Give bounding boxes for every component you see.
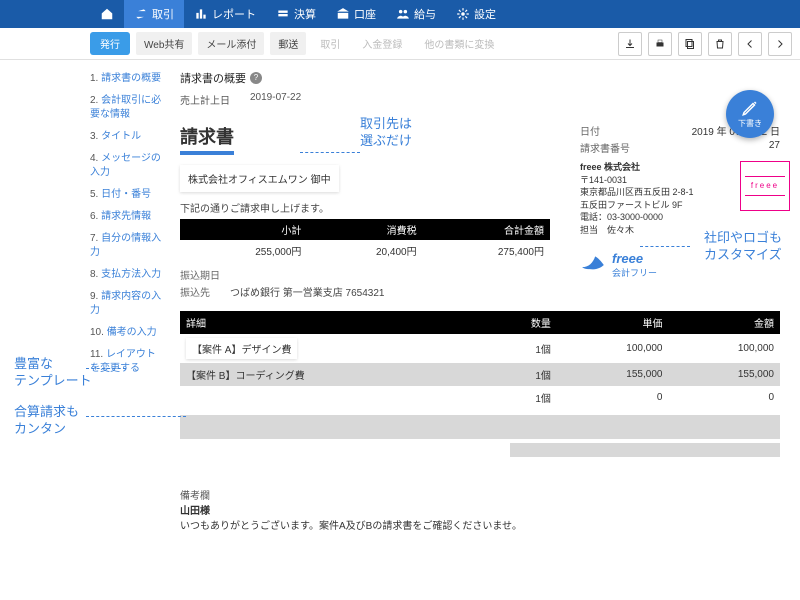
- prev-button[interactable]: [738, 32, 762, 56]
- nav-accounts[interactable]: 口座: [326, 0, 386, 28]
- nav-reports[interactable]: レポート: [184, 0, 266, 28]
- sidebar-item[interactable]: 10. 備考の入力: [90, 326, 162, 340]
- nav-transactions[interactable]: 取引: [124, 0, 184, 28]
- th-total: 合計金額: [423, 219, 550, 240]
- chip-webshare[interactable]: Web共有: [136, 32, 192, 55]
- chart-icon: [194, 7, 208, 21]
- sub-note: 下記の通りご請求申し上げます。: [180, 200, 550, 215]
- meta-row: 売上計上日 2019-07-22: [180, 92, 780, 107]
- section-title: 請求書の概要 ?: [180, 70, 780, 86]
- remarks-block: 備考欄 山田様 いつもありがとうございます。案件A及びBの請求書をご確認ください…: [180, 487, 780, 534]
- nav-label: 口座: [354, 6, 376, 22]
- sidebar-item[interactable]: 5. 日付・番号: [90, 188, 162, 202]
- th-subtotal: 小計: [180, 219, 307, 240]
- nav-label: レポート: [212, 6, 256, 22]
- sales-date-label: 売上計上日: [180, 92, 230, 107]
- bird-icon: [580, 252, 606, 278]
- nav-label: 決算: [294, 6, 316, 22]
- td-subtotal: 255,000円: [180, 240, 307, 261]
- sidebar-item[interactable]: 3. タイトル: [90, 130, 162, 144]
- nav-label: 設定: [474, 6, 496, 22]
- nav-label: 取引: [152, 6, 174, 22]
- table-row[interactable]: 【案件 B】コーディング費1個155,000155,000: [180, 363, 780, 386]
- download-button[interactable]: [618, 32, 642, 56]
- sidebar-item[interactable]: 6. 請求先情報: [90, 210, 162, 224]
- copy-button[interactable]: [678, 32, 702, 56]
- chip-ghost-3: 他の書類に変換: [416, 32, 502, 55]
- recipient-select[interactable]: 株式会社オフィスエムワン 御中: [180, 165, 339, 192]
- totals-placeholder-2: [510, 443, 780, 457]
- sub-toolbar: 発行 Web共有 メール添付 郵送 取引 入金登録 他の書類に変換: [0, 28, 800, 60]
- issue-button[interactable]: 発行: [90, 32, 130, 55]
- sidebar-item[interactable]: 9. 請求内容の入力: [90, 290, 162, 318]
- chip-ghost-1: 取引: [312, 32, 348, 55]
- content-area: 請求書の概要 ? 売上計上日 2019-07-22 請求書 株式会社オフィスエム…: [170, 60, 800, 600]
- td-total: 275,400円: [423, 240, 550, 261]
- sidebar-item[interactable]: 7. 自分の情報入力: [90, 232, 162, 260]
- sidebar-item[interactable]: 4. メッセージの入力: [90, 152, 162, 180]
- totals-placeholder: [180, 415, 780, 439]
- trash-button[interactable]: [708, 32, 732, 56]
- nav-settings[interactable]: 設定: [446, 0, 506, 28]
- nav-closing[interactable]: 決算: [266, 0, 326, 28]
- steps-sidebar: 1. 請求書の概要 2. 会計取引に必要な情報 3. タイトル 4. メッセージの入力…: [0, 60, 170, 600]
- nav-label: 給与: [414, 6, 436, 22]
- sidebar-item[interactable]: 11. レイアウトを変更する: [90, 348, 162, 376]
- pencil-icon: [741, 99, 759, 117]
- gear-icon: [456, 7, 470, 21]
- td-tax: 20,400円: [307, 240, 422, 261]
- chip-post[interactable]: 郵送: [270, 32, 306, 55]
- people-icon: [396, 7, 410, 21]
- table-row[interactable]: 【案件 A】デザイン費1個100,000100,000: [180, 334, 780, 363]
- nav-payroll[interactable]: 給与: [386, 0, 446, 28]
- print-button[interactable]: [648, 32, 672, 56]
- next-button[interactable]: [768, 32, 792, 56]
- top-nav: 取引 レポート 決算 口座 給与 設定: [0, 0, 800, 28]
- table-row[interactable]: 1個00: [180, 386, 780, 409]
- nav-home[interactable]: [90, 0, 124, 28]
- sidebar-item[interactable]: 2. 会計取引に必要な情報: [90, 94, 162, 122]
- company-stamp: freee: [740, 161, 790, 211]
- invoice-title: 請求書: [180, 123, 234, 155]
- edit-fab[interactable]: 下書き: [726, 90, 774, 138]
- bank-icon: [336, 7, 350, 21]
- logo-block: freee 会計フリー: [580, 251, 780, 279]
- chip-mail[interactable]: メール添付: [198, 32, 264, 55]
- chip-ghost-2: 入金登録: [354, 32, 410, 55]
- home-icon: [100, 7, 114, 21]
- bank-block: 振込期日 振込先つばめ銀行 第一営業支店 7654321: [180, 267, 550, 299]
- sidebar-item[interactable]: 8. 支払方法入力: [90, 268, 162, 282]
- th-tax: 消費税: [307, 219, 422, 240]
- company-block: freee 株式会社 〒141-0031 東京都品川区西五反田 2-8-1 五反…: [580, 161, 780, 237]
- help-icon[interactable]: ?: [250, 72, 262, 84]
- balance-icon: [276, 7, 290, 21]
- swap-icon: [134, 7, 148, 21]
- sales-date-value: 2019-07-22: [250, 92, 301, 107]
- sidebar-item[interactable]: 1. 請求書の概要: [90, 72, 162, 86]
- line-items-table: 詳細 数量 単価 金額 【案件 A】デザイン費1個100,000100,000【…: [180, 311, 780, 409]
- totals-table: 小計 消費税 合計金額 255,000円 20,400円 275,400円: [180, 219, 550, 261]
